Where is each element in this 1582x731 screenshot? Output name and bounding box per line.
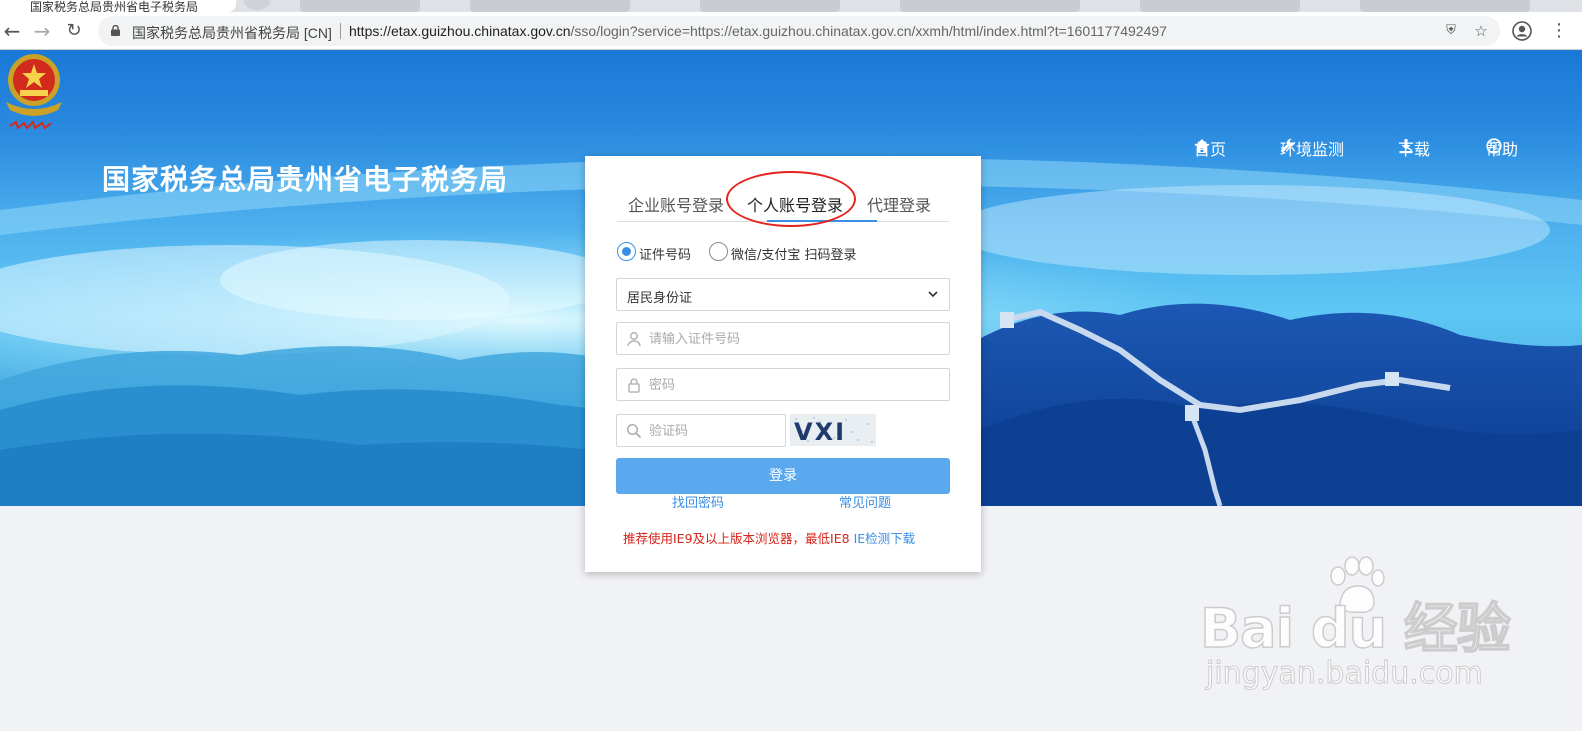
tab-enterprise-login[interactable]: 企业账号登录 — [628, 192, 724, 216]
captcha-text: VXI K — [794, 418, 847, 446]
blurred-tab[interactable] — [1360, 0, 1530, 12]
browser-tabstrip: 国家税务总局贵州省电子税务局 — [0, 0, 1582, 12]
browser-notice: 推荐使用IE9及以上版本浏览器，最低IE8 IE检测下载 — [623, 528, 915, 547]
id-number-field[interactable] — [616, 322, 950, 355]
url-host: https://etax.guizhou.chinatax.gov.cn — [349, 23, 571, 39]
divider — [340, 23, 341, 39]
password-input[interactable] — [649, 374, 939, 396]
faq-link[interactable]: 常见问题 — [839, 492, 891, 511]
url-path: /sso/login?service=https://etax.guizhou.… — [570, 23, 1167, 39]
id-type-value: 居民身份证 — [627, 291, 693, 306]
reload-icon[interactable]: ↻ — [62, 19, 86, 43]
blurred-tab[interactable] — [470, 0, 630, 12]
nav-download[interactable]: 下载 — [1398, 138, 1430, 159]
lock-icon — [111, 25, 120, 36]
profile-icon[interactable] — [1512, 21, 1532, 41]
chevron-down-icon — [928, 291, 938, 298]
watermark-main-text: Bai du 经验 — [1199, 596, 1511, 661]
search-icon — [626, 423, 642, 439]
password-field[interactable] — [616, 368, 950, 401]
login-button[interactable]: 登录 — [616, 458, 950, 494]
radio-id-number-label[interactable]: 证件号码 — [639, 244, 691, 263]
lock-icon — [628, 378, 640, 393]
url-text[interactable]: https://etax.guizhou.chinatax.gov.cn/sso… — [349, 23, 1167, 39]
back-arrow-icon[interactable]: ← — [0, 19, 24, 43]
kebab-menu-icon[interactable]: ⋮ — [1550, 20, 1568, 42]
site-title: 国家税务总局贵州省电子税务局 — [102, 163, 509, 196]
forgot-password-link[interactable]: 找回密码 — [672, 492, 724, 511]
red-annotation-circle — [726, 171, 856, 227]
tab-title: 国家税务总局贵州省电子税务局 — [30, 0, 199, 12]
download-icon — [1399, 139, 1413, 154]
captcha-image[interactable]: VXI K — [790, 414, 876, 446]
radio-qr-scan[interactable] — [709, 242, 728, 261]
captcha-input[interactable] — [649, 420, 775, 442]
national-emblem-logo — [6, 54, 62, 130]
info-icon — [1486, 138, 1502, 154]
wrench-icon — [1281, 138, 1295, 153]
nav-help[interactable]: 帮助 — [1486, 138, 1518, 159]
id-type-select[interactable]: 居民身份证 — [616, 278, 950, 311]
blurred-tab[interactable] — [900, 0, 1080, 12]
browser-toolbar: ← → ↻ 国家税务总局贵州省税务局 [CN] https://etax.gui… — [0, 12, 1582, 50]
watermark-url: jingyan.baidu.com — [1206, 656, 1484, 692]
radio-id-number[interactable] — [617, 242, 636, 261]
radio-qr-scan-label[interactable]: 微信/支付宝 扫码登录 — [731, 244, 857, 263]
home-icon — [1195, 139, 1209, 153]
new-tab-button[interactable] — [244, 0, 270, 10]
id-number-input[interactable] — [649, 328, 939, 350]
ie-check-download-link[interactable]: IE检测下载 — [854, 531, 916, 546]
nav-home[interactable]: 首页 — [1194, 138, 1226, 159]
baidu-jingyan-watermark: Bai du 经验 jingyan.baidu.com — [1199, 556, 1512, 696]
star-icon[interactable]: ☆ — [1472, 22, 1490, 40]
browser-tab[interactable]: 国家税务总局贵州省电子税务局 — [0, 0, 236, 12]
captcha-field[interactable] — [616, 414, 786, 447]
blurred-tab[interactable] — [300, 0, 420, 12]
blurred-tab[interactable] — [700, 0, 840, 12]
blurred-tab[interactable] — [1140, 0, 1300, 12]
forward-arrow-icon[interactable]: → — [30, 19, 54, 43]
tab-agent-login[interactable]: 代理登录 — [867, 192, 931, 216]
address-bar[interactable]: 国家税务总局贵州省税务局 [CN] https://etax.guizhou.c… — [98, 16, 1500, 46]
nav-env-check[interactable]: 环境监测 — [1280, 138, 1344, 159]
browser-notice-text: 推荐使用IE9及以上版本浏览器，最低IE8 — [623, 531, 850, 546]
login-card: 企业账号登录 个人账号登录 代理登录 证件号码 微信/支付宝 扫码登录 居民身份… — [585, 156, 981, 572]
user-icon — [627, 332, 641, 347]
site-identity[interactable]: 国家税务总局贵州省税务局 [CN] — [132, 23, 332, 43]
shield-icon[interactable]: ⛨ — [1442, 22, 1460, 40]
